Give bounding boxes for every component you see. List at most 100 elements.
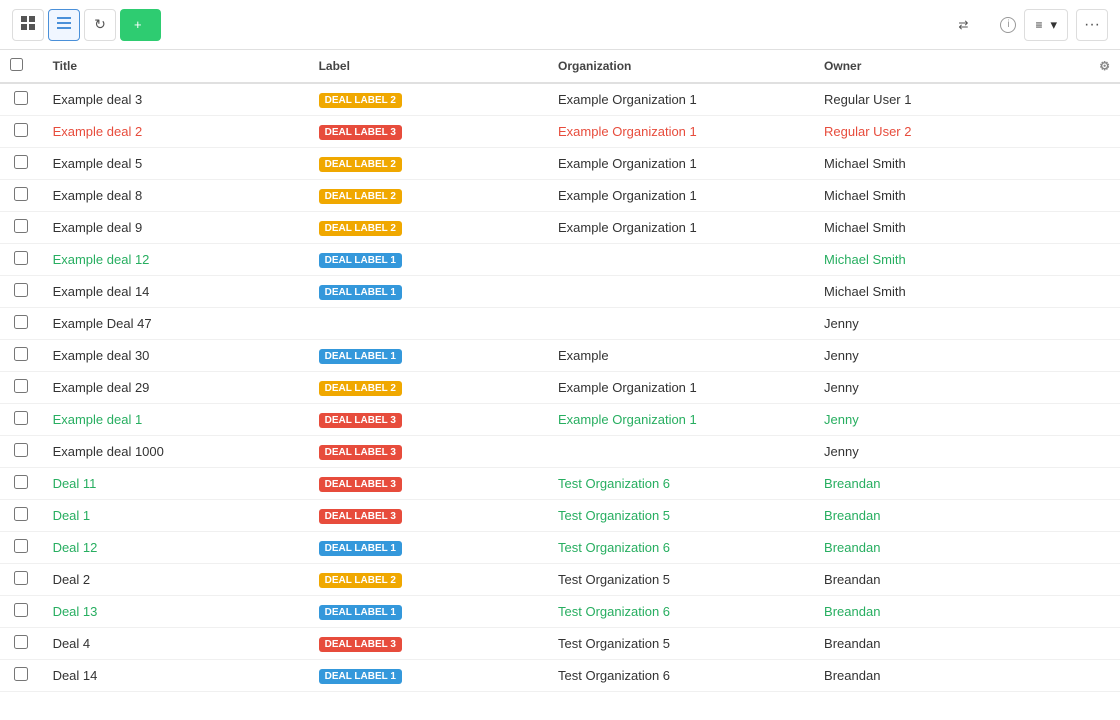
cell-actions (1053, 148, 1120, 180)
row-checkbox[interactable] (14, 219, 28, 233)
cell-organization[interactable]: Test Organization 5 (548, 628, 814, 660)
cell-organization[interactable]: Example (548, 340, 814, 372)
settings-icon[interactable]: ⚙ (1099, 59, 1110, 73)
cell-label: DEAL LABEL 2 (309, 564, 548, 596)
row-checkbox[interactable] (14, 379, 28, 393)
cell-owner[interactable]: Michael Smith (814, 244, 1053, 276)
cell-title[interactable]: Example deal 30 (43, 340, 309, 372)
row-checkbox[interactable] (14, 123, 28, 137)
cell-title[interactable]: Deal 14 (43, 660, 309, 692)
row-checkbox[interactable] (14, 667, 28, 681)
cell-title[interactable]: Example Deal 47 (43, 308, 309, 340)
info-icon[interactable]: i (1000, 17, 1016, 33)
cell-title[interactable]: Example deal 3 (43, 83, 309, 116)
cell-owner[interactable]: Michael Smith (814, 276, 1053, 308)
cell-organization[interactable]: Example Organization 1 (548, 372, 814, 404)
cell-owner[interactable]: Michael Smith (814, 148, 1053, 180)
row-checkbox[interactable] (14, 571, 28, 585)
deal-label-badge: DEAL LABEL 2 (319, 221, 402, 236)
row-checkbox-cell (0, 596, 43, 628)
cell-title[interactable]: Deal 1 (43, 500, 309, 532)
row-checkbox[interactable] (14, 635, 28, 649)
cell-organization[interactable]: Example Organization 1 (548, 148, 814, 180)
row-checkbox[interactable] (14, 155, 28, 169)
deal-label-badge: DEAL LABEL 3 (319, 125, 402, 140)
cell-owner[interactable]: Breandan (814, 660, 1053, 692)
cell-title[interactable]: Example deal 29 (43, 372, 309, 404)
cell-actions (1053, 628, 1120, 660)
cell-actions (1053, 404, 1120, 436)
cell-owner[interactable]: Regular User 2 (814, 116, 1053, 148)
cell-owner[interactable]: Breandan (814, 564, 1053, 596)
cell-title[interactable]: Example deal 1 (43, 404, 309, 436)
cell-organization[interactable]: Test Organization 6 (548, 532, 814, 564)
cell-organization[interactable]: Test Organization 6 (548, 468, 814, 500)
cell-label: DEAL LABEL 2 (309, 83, 548, 116)
row-checkbox[interactable] (14, 539, 28, 553)
grid-view-button[interactable] (12, 9, 44, 41)
cell-organization[interactable]: Example Organization 1 (548, 212, 814, 244)
cell-title[interactable]: Example deal 8 (43, 180, 309, 212)
deal-label-badge: DEAL LABEL 2 (319, 381, 402, 396)
cell-owner[interactable]: Breandan (814, 468, 1053, 500)
cell-owner[interactable]: Jenny (814, 404, 1053, 436)
cell-owner[interactable]: Michael Smith (814, 212, 1053, 244)
cell-owner[interactable]: Regular User 1 (814, 83, 1053, 116)
cell-title[interactable]: Example deal 12 (43, 244, 309, 276)
deal-label-badge: DEAL LABEL 2 (319, 189, 402, 204)
cell-actions (1053, 244, 1120, 276)
cell-owner[interactable]: Breandan (814, 500, 1053, 532)
row-checkbox[interactable] (14, 443, 28, 457)
row-checkbox[interactable] (14, 475, 28, 489)
list-view-button[interactable] (48, 9, 80, 41)
row-checkbox[interactable] (14, 91, 28, 105)
cell-owner[interactable]: Jenny (814, 436, 1053, 468)
everyone-filter-button[interactable]: ≡ ▾ (1024, 9, 1068, 41)
cell-owner[interactable]: Breandan (814, 532, 1053, 564)
cell-owner[interactable]: Breandan (814, 596, 1053, 628)
refresh-button[interactable]: ↻ (84, 9, 116, 41)
cell-owner[interactable]: Jenny (814, 340, 1053, 372)
cell-title[interactable]: Deal 11 (43, 468, 309, 500)
table-row: Deal 11DEAL LABEL 3Test Organization 6Br… (0, 468, 1120, 500)
cell-owner[interactable]: Breandan (814, 628, 1053, 660)
cell-label: DEAL LABEL 3 (309, 404, 548, 436)
row-checkbox-cell (0, 116, 43, 148)
cell-organization[interactable]: Example Organization 1 (548, 116, 814, 148)
filter-icon: ≡ (1035, 18, 1042, 32)
deals-table: Title Label Organization Owner ⚙ Example… (0, 50, 1120, 692)
cell-organization[interactable]: Example Organization 1 (548, 404, 814, 436)
more-options-button[interactable]: ··· (1076, 9, 1108, 41)
cell-label: DEAL LABEL 3 (309, 436, 548, 468)
row-checkbox[interactable] (14, 603, 28, 617)
cell-title[interactable]: Example deal 9 (43, 212, 309, 244)
cell-organization[interactable]: Example Organization 1 (548, 180, 814, 212)
cell-owner[interactable]: Michael Smith (814, 180, 1053, 212)
table-row: Example deal 2 DEAL LABEL 3 Example Organi… (0, 116, 1120, 148)
cell-organization[interactable]: Test Organization 6 (548, 596, 814, 628)
cell-title[interactable]: Example deal 14 (43, 276, 309, 308)
cell-title[interactable]: Deal 4 (43, 628, 309, 660)
row-checkbox[interactable] (14, 507, 28, 521)
add-deal-button[interactable]: + (120, 9, 161, 41)
cell-title[interactable]: Deal 2 (43, 564, 309, 596)
cell-title[interactable]: Example deal 1000 (43, 436, 309, 468)
select-all-checkbox[interactable] (10, 58, 23, 71)
row-checkbox[interactable] (14, 187, 28, 201)
cell-title[interactable]: Deal 13 (43, 596, 309, 628)
cell-organization[interactable]: Example Organization 1 (548, 83, 814, 116)
cell-owner[interactable]: Jenny (814, 308, 1053, 340)
cell-organization[interactable]: Test Organization 5 (548, 500, 814, 532)
cell-title[interactable]: Example deal 2 (43, 116, 309, 148)
cell-title[interactable]: Example deal 5 (43, 148, 309, 180)
cell-title[interactable]: Deal 12 (43, 532, 309, 564)
cell-organization[interactable]: Test Organization 5 (548, 564, 814, 596)
cell-organization[interactable]: Test Organization 6 (548, 660, 814, 692)
cell-label: DEAL LABEL 1 (309, 276, 548, 308)
row-checkbox[interactable] (14, 251, 28, 265)
cell-owner[interactable]: Jenny (814, 372, 1053, 404)
row-checkbox[interactable] (14, 347, 28, 361)
row-checkbox[interactable] (14, 315, 28, 329)
row-checkbox[interactable] (14, 283, 28, 297)
row-checkbox[interactable] (14, 411, 28, 425)
